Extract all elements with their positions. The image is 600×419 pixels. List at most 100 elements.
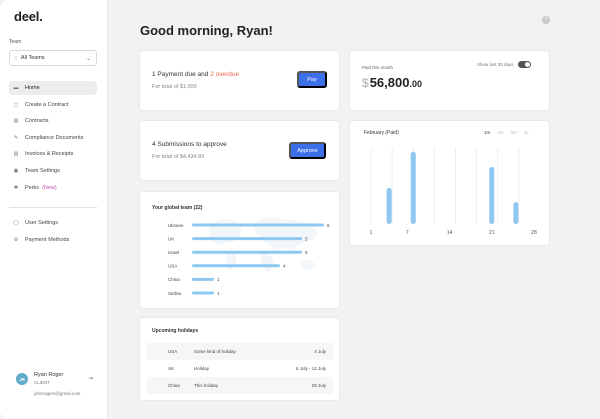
sidebar-item-label: Team Settings: [25, 167, 60, 174]
holidays-title: Upcoming holidays: [152, 328, 199, 334]
x-tick-label: 1: [370, 230, 373, 236]
user-icon: ◯: [13, 220, 19, 226]
holiday-date: 28 July: [311, 383, 326, 388]
chevron-down-icon: ⌄: [85, 55, 91, 62]
holiday-name: Holiday: [194, 366, 210, 371]
team-bar-value: 5: [305, 236, 308, 241]
sidebar-item-perks[interactable]: ✱ Perks (New): [9, 181, 97, 195]
add-contract-icon: ▢: [13, 101, 19, 108]
team-country-label: UK: [168, 236, 174, 241]
secondary-nav: ◯ User Settings ⚙ Payment Methods: [9, 216, 97, 249]
payment-total: For total of $1,000: [152, 84, 197, 90]
holiday-country: USA: [168, 349, 178, 354]
toggle-label: Show last 30 days: [477, 62, 514, 67]
sidebar-divider: [9, 207, 97, 208]
team-country-label: China: [168, 277, 180, 282]
gear-icon: ⚙: [13, 236, 19, 243]
sidebar-item-payment-methods[interactable]: ⚙ Payment Methods: [9, 233, 97, 247]
main-nav: ▬ Home ▢ Create a Contract ▤ Contracts ✎ Compli…: [9, 81, 97, 197]
team-bar: [192, 264, 280, 268]
holiday-row: USA Some kind of holiday 4 July: [147, 343, 333, 360]
contracts-icon: ▤: [13, 118, 19, 125]
team-icon: ⁝: [15, 55, 17, 62]
approve-button[interactable]: Approve: [289, 142, 326, 159]
home-icon: ▬: [13, 85, 19, 91]
holidays-table: USA Some kind of holiday 4 July UK Holiday 6 …: [147, 343, 333, 394]
logout-icon[interactable]: ⇥: [88, 375, 93, 382]
x-tick-label: 7: [406, 230, 409, 236]
chart-bar: [410, 151, 416, 224]
submissions-total: For total of $4,434.89: [152, 154, 205, 160]
global-team-card: Your global team (22) Ukraine 6 UK 5 Israel 5…: [140, 192, 339, 308]
holiday-row: China This holiday 28 July: [147, 377, 333, 394]
team-bar: [192, 223, 324, 227]
user-email: johnrogers@gmail.com: [34, 391, 81, 396]
team-bar: [192, 277, 214, 281]
paid-chart-card: February (Paid) 1m 3m 6m 1y 1 7 14 21 28: [350, 121, 549, 245]
team-bar-value: 1: [217, 291, 220, 296]
team-bar-value: 4: [283, 264, 286, 269]
holiday-country: China: [168, 383, 180, 388]
holiday-row: UK Holiday 6 July - 12 July: [147, 360, 333, 377]
sidebar: deel. Team ⁝ All Teams ⌄ ▬ Home ▢ Create a …: [0, 0, 108, 419]
team-settings-icon: ▣: [13, 167, 19, 174]
paid-amount: $56,800.00: [362, 75, 422, 90]
chart-bar: [386, 187, 392, 224]
sidebar-item-user-settings[interactable]: ◯ User Settings: [9, 216, 97, 230]
payment-due-title: 1 Payment due and 2 overdue: [152, 71, 240, 78]
chart-bar: [489, 167, 495, 224]
sidebar-item-label: Home: [25, 85, 40, 91]
sidebar-item-team-settings[interactable]: ▣ Team Settings: [9, 164, 97, 178]
sidebar-item-contracts[interactable]: ▤ Contracts: [9, 114, 97, 128]
submissions-title: 4 Submissions to approve: [152, 141, 227, 148]
team-select[interactable]: ⁝ All Teams ⌄: [9, 50, 97, 66]
paid-bar-chart: 1 7 14 21 28: [370, 148, 537, 236]
deel-logo[interactable]: deel.: [14, 9, 43, 24]
sidebar-item-label: Invoices & Receipts: [25, 151, 74, 158]
submissions-card: 4 Submissions to approve For total of $4…: [140, 121, 339, 180]
paid-this-month-card: Paid this month Show last 30 days $56,80…: [350, 51, 549, 110]
sidebar-item-label: Perks: [25, 184, 40, 191]
help-icon[interactable]: ?: [542, 16, 550, 24]
team-bar: [192, 250, 302, 254]
sidebar-item-home[interactable]: ▬ Home: [9, 81, 97, 95]
sidebar-item-compliance-documents[interactable]: ✎ Compliance Documents: [9, 131, 97, 145]
team-bar: [192, 237, 302, 241]
overdue-count: 2 overdue: [210, 71, 240, 78]
avatar[interactable]: JR: [16, 373, 28, 385]
team-bar: [192, 291, 214, 295]
team-bar-chart: Ukraine 6 UK 5 Israel 5 USA 4 China 1 Serbia 1: [168, 223, 330, 296]
sidebar-item-label: Payment Methods: [25, 236, 70, 243]
team-bar-value: 1: [217, 277, 220, 282]
upcoming-holidays-card: Upcoming holidays USA Some kind of holida…: [140, 318, 339, 400]
holiday-name: Some kind of holiday: [194, 349, 236, 354]
holiday-date: 6 July - 12 July: [295, 366, 326, 371]
team-country-label: USA: [168, 264, 177, 269]
holiday-date: 4 July: [314, 349, 326, 354]
sidebar-item-label: Contracts: [25, 118, 49, 125]
new-badge: (New): [42, 184, 57, 191]
sidebar-item-create-a-contract[interactable]: ▢ Create a Contract: [9, 98, 97, 112]
holiday-country: UK: [168, 366, 175, 371]
pay-button[interactable]: Pay: [297, 71, 327, 88]
last-30-days-toggle[interactable]: [517, 61, 531, 68]
team-bar-value: 6: [327, 223, 330, 228]
user-name: Ryan Roger: [34, 372, 64, 378]
last-30-days-toggle-group: Show last 30 days: [477, 61, 531, 68]
team-bar-value: 5: [305, 250, 308, 255]
team-country-label: Serbia: [168, 291, 182, 296]
team-country-label: Israel: [168, 250, 179, 255]
perks-icon: ✱: [13, 184, 19, 191]
user-role: CLIENT: [34, 380, 51, 385]
x-tick-label: 21: [489, 230, 495, 236]
sidebar-item-invoices-receipts[interactable]: ▤ Invoices & Receipts: [9, 147, 97, 161]
team-select-value: All Teams: [20, 55, 45, 61]
holiday-name: This holiday: [194, 383, 219, 388]
payment-due-card: 1 Payment due and 2 overdue For total of…: [140, 51, 339, 110]
sidebar-item-label: Compliance Documents: [25, 134, 84, 141]
sidebar-item-label: User Settings: [25, 220, 59, 226]
page-title: Good morning, Ryan!: [140, 23, 273, 38]
sidebar-item-label: Create a Contract: [25, 101, 69, 108]
x-tick-label: 28: [531, 230, 537, 236]
x-tick-label: 14: [447, 230, 453, 236]
